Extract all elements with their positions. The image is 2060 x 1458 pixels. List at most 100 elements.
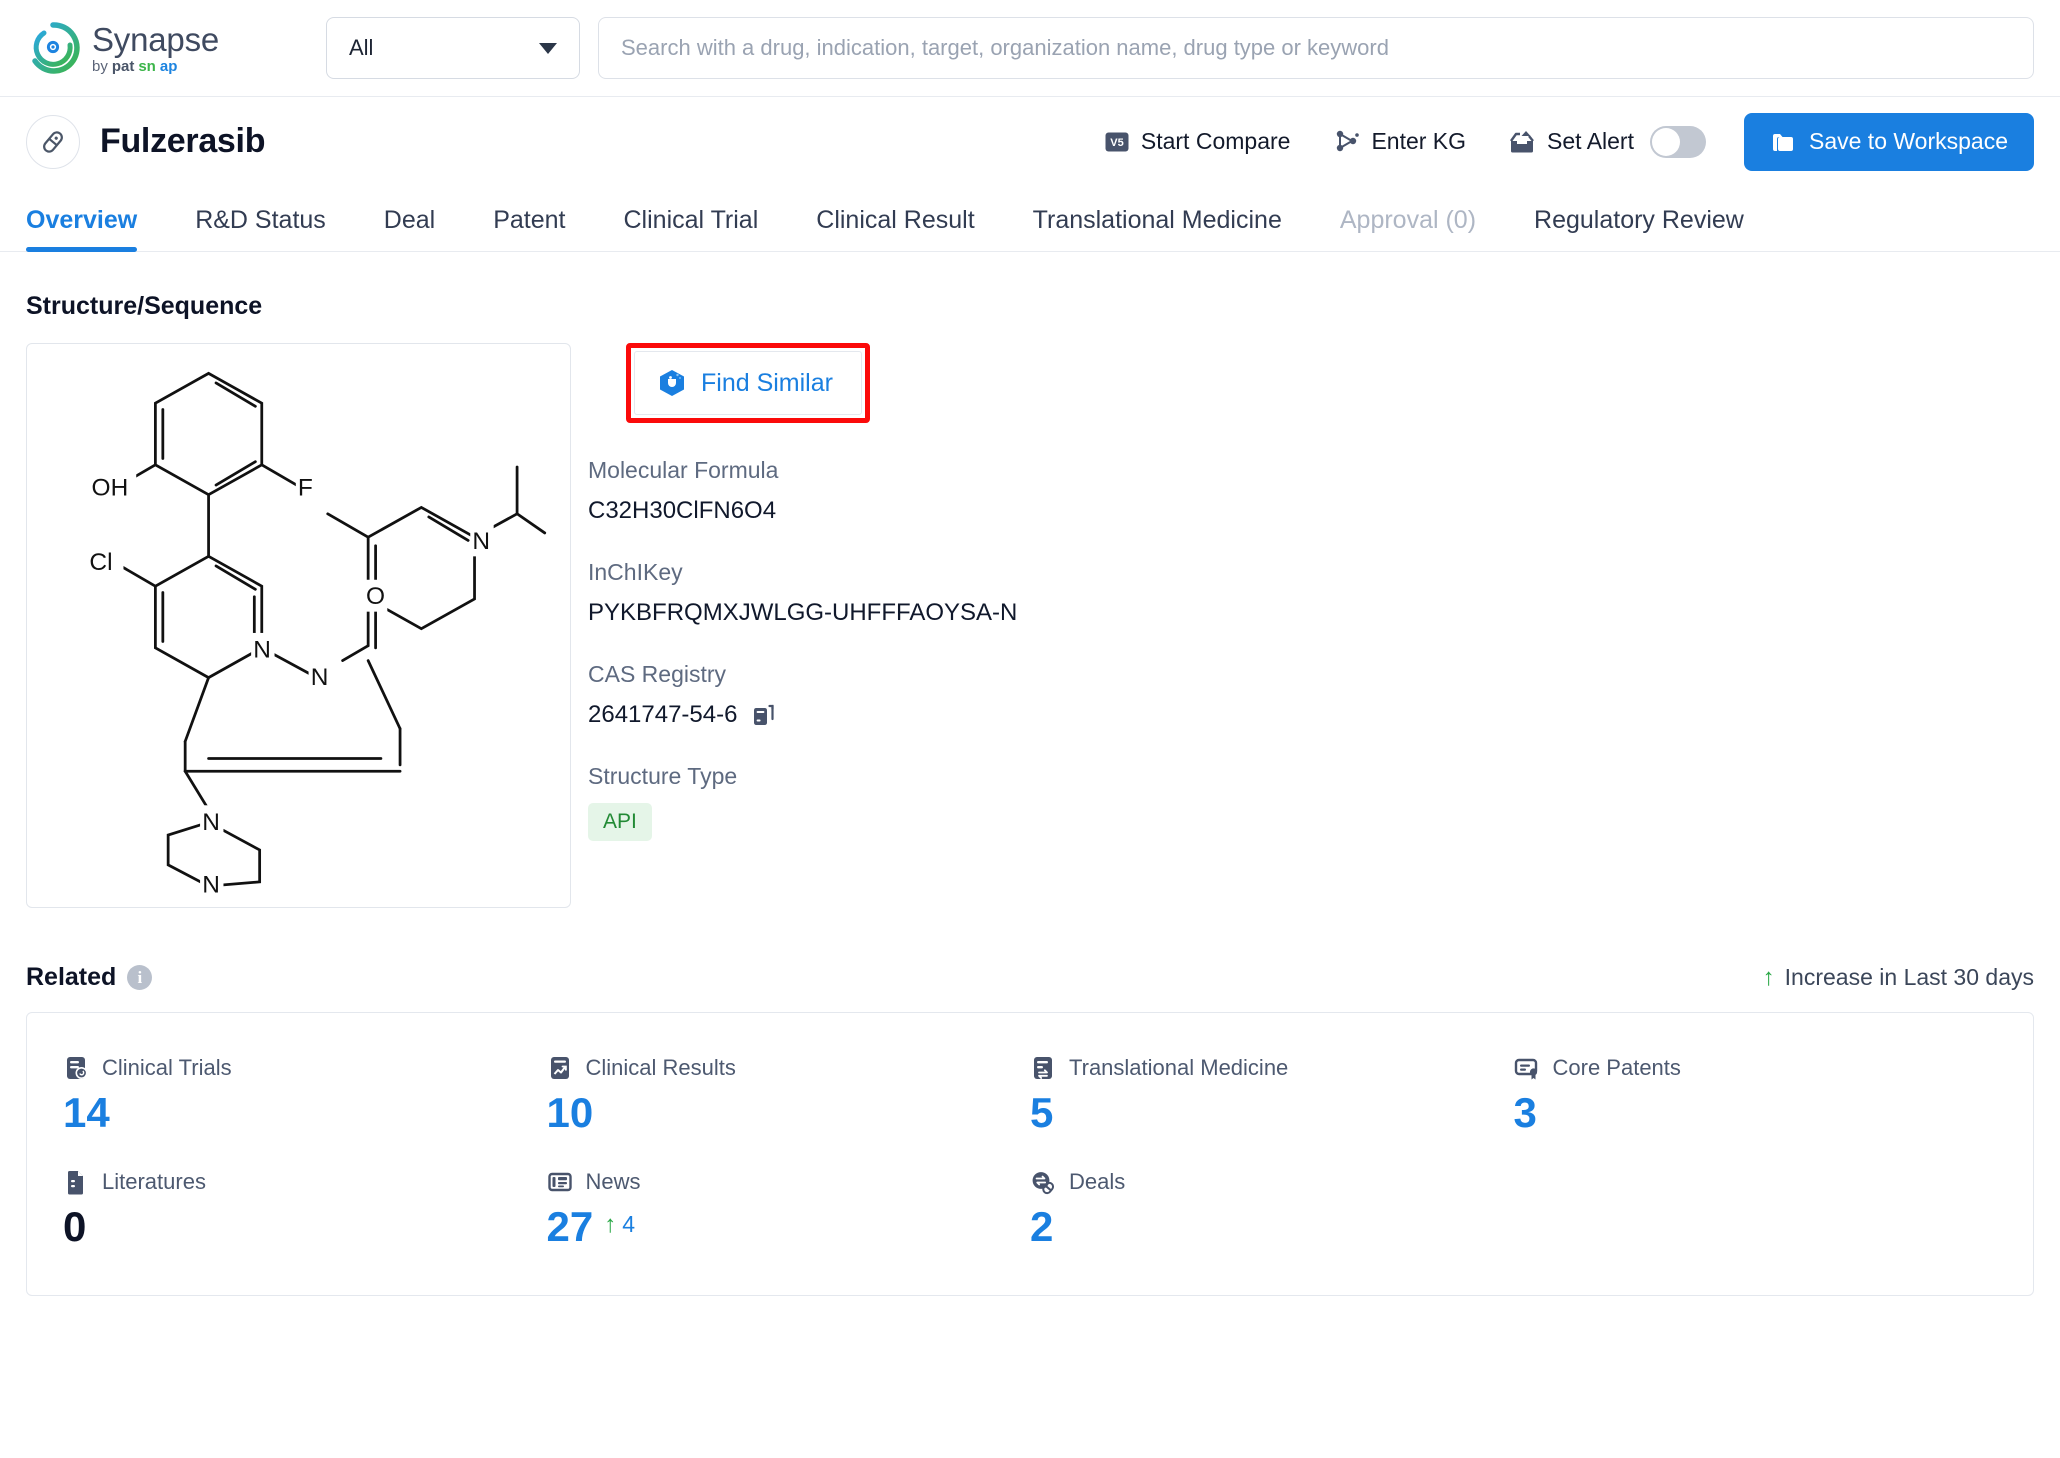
arrow-up-icon: ↑: [604, 1210, 617, 1238]
atom-label-N-pip-bottom: N: [202, 872, 220, 898]
stat-value[interactable]: 2: [1030, 1204, 1053, 1249]
stat-value-row: 27 ↑ 4: [547, 1204, 1031, 1249]
synapse-logo-icon: [26, 21, 80, 75]
set-alert-toggle[interactable]: [1649, 125, 1706, 158]
stat-translational-medicine: Translational Medicine 5: [1030, 1055, 1514, 1135]
molecular-formula-value: C32H30ClFN6O4: [588, 497, 777, 524]
tab-rd-status[interactable]: R&D Status: [195, 206, 326, 251]
increase-legend: ↑ Increase in Last 30 days: [1763, 964, 2034, 991]
stat-value-row: 3: [1514, 1090, 1998, 1135]
tab-deal[interactable]: Deal: [384, 206, 435, 251]
stat-head: Deals: [1030, 1169, 1514, 1195]
toggle-knob: [1651, 127, 1680, 156]
find-similar-highlight: Find Similar: [626, 343, 870, 423]
save-to-workspace-label: Save to Workspace: [1808, 128, 2008, 154]
news-icon: [547, 1169, 573, 1195]
stat-clinical-trials: Clinical Trials 14: [63, 1055, 547, 1135]
inchikey-field: InChIKey PYKBFRQMXJWLGG-UHFFFAOYSA-N: [588, 559, 1017, 627]
stat-value[interactable]: 14: [63, 1090, 110, 1135]
save-to-workspace-button[interactable]: Save to Workspace: [1743, 112, 2034, 171]
chemical-structure-box: OH F Cl N N O N N N: [26, 343, 571, 908]
stat-deals: Deals 2: [1030, 1169, 1514, 1249]
structure-sequence-title: Structure/Sequence: [26, 292, 263, 320]
drug-pill-icon: [26, 114, 80, 169]
atom-label-OH: OH: [91, 475, 128, 502]
info-icon[interactable]: i: [127, 965, 153, 990]
stat-head: Translational Medicine: [1030, 1055, 1514, 1081]
related-header: Related i ↑ Increase in Last 30 days: [26, 963, 2034, 992]
chemical-structure-diagram: OH F Cl N N O N N N: [86, 371, 546, 898]
search-input[interactable]: [621, 35, 2011, 61]
stat-core-patents: Core Patents 3: [1514, 1055, 1998, 1135]
molecular-formula-field: Molecular Formula C32H30ClFN6O4: [588, 457, 1017, 525]
molecular-formula-label: Molecular Formula: [588, 457, 779, 483]
related-stats-grid: Clinical Trials 14 Clinical Results 10 T…: [63, 1055, 1997, 1249]
tab-translational-medicine[interactable]: Translational Medicine: [1033, 206, 1282, 251]
core-patents-icon: [1514, 1055, 1540, 1081]
structure-info-panel: Find Similar Molecular Formula C32H30ClF…: [588, 343, 1017, 841]
stat-label: Translational Medicine: [1069, 1055, 1289, 1080]
version-compare-icon: V5: [1104, 129, 1130, 155]
drug-detail-tabs: Overview R&D Status Deal Patent Clinical…: [0, 186, 2060, 252]
stat-head: Core Patents: [1514, 1055, 1998, 1081]
alert-inbox-icon: [1508, 128, 1536, 156]
enter-kg-button[interactable]: Enter KG: [1332, 128, 1466, 156]
tab-approval[interactable]: Approval (0): [1340, 206, 1476, 251]
copy-icon[interactable]: [751, 703, 775, 727]
set-alert-label: Set Alert: [1547, 128, 1634, 154]
brand-pat: pat: [111, 57, 135, 75]
structure-type-badge: API: [588, 803, 652, 841]
stat-label: Clinical Results: [585, 1055, 736, 1080]
stat-value[interactable]: 27: [547, 1204, 594, 1249]
drug-header: Fulzerasib V5 Start Compare Enter KG Set…: [0, 96, 2060, 186]
stat-news: News 27 ↑ 4: [547, 1169, 1031, 1249]
page-title: Fulzerasib: [100, 122, 266, 160]
stat-label: Deals: [1069, 1169, 1126, 1195]
stat-literatures: Literatures 0: [63, 1169, 547, 1249]
brand-sn: sn: [138, 57, 156, 75]
stat-label: Literatures: [102, 1169, 206, 1195]
cas-registry-label: CAS Registry: [588, 661, 727, 687]
global-search-box[interactable]: [598, 17, 2034, 79]
brand-ap: ap: [159, 57, 178, 75]
stat-label: Clinical Trials: [102, 1055, 232, 1080]
stat-delta: ↑ 4: [604, 1205, 635, 1238]
folder-save-icon: [1770, 129, 1796, 155]
tab-clinical-trial[interactable]: Clinical Trial: [624, 206, 759, 251]
literatures-icon: [63, 1169, 89, 1195]
inchikey-value: PYKBFRQMXJWLGG-UHFFFAOYSA-N: [588, 599, 1018, 626]
clinical-results-icon: [547, 1055, 573, 1081]
tab-overview[interactable]: Overview: [26, 206, 138, 252]
structure-type-field: Structure Type API: [588, 763, 1017, 841]
set-alert-button[interactable]: Set Alert: [1508, 128, 1634, 156]
stat-value-row: 5: [1030, 1090, 1514, 1135]
tab-clinical-result[interactable]: Clinical Result: [816, 206, 974, 251]
brand-by: by: [92, 57, 108, 75]
stat-value[interactable]: 3: [1514, 1090, 1537, 1135]
find-similar-icon: [657, 368, 687, 398]
inchikey-label: InChIKey: [588, 559, 683, 585]
tab-regulatory-review[interactable]: Regulatory Review: [1534, 206, 1744, 251]
search-scope-value: All: [349, 35, 374, 60]
stat-label: Core Patents: [1552, 1055, 1681, 1080]
search-scope-select[interactable]: All: [326, 17, 580, 79]
related-title: Related: [26, 963, 117, 991]
stat-value[interactable]: 5: [1030, 1090, 1053, 1135]
stat-delta-value: 4: [622, 1211, 636, 1238]
drug-header-actions: V5 Start Compare Enter KG Set Alert Save…: [1104, 112, 2034, 171]
start-compare-button[interactable]: V5 Start Compare: [1104, 128, 1290, 155]
atom-label-N-pyridine: N: [472, 528, 490, 555]
overview-content: Structure/Sequence OH F Cl N N O N N N F…: [0, 292, 2060, 1297]
clinical-trials-icon: [63, 1055, 89, 1081]
brand-name: Synapse: [92, 20, 220, 58]
stat-head: Clinical Results: [547, 1055, 1031, 1081]
increase-legend-label: Increase in Last 30 days: [1784, 964, 2034, 990]
stat-clinical-results: Clinical Results 10: [547, 1055, 1031, 1135]
atom-label-F: F: [297, 475, 312, 502]
atom-label-Cl: Cl: [89, 549, 112, 576]
tab-patent[interactable]: Patent: [493, 206, 565, 251]
find-similar-button[interactable]: Find Similar: [634, 351, 862, 415]
atom-label-N-ring: N: [253, 636, 271, 663]
stat-value[interactable]: 10: [547, 1090, 594, 1135]
brand-logo[interactable]: Synapse by pat sn ap: [26, 21, 326, 75]
